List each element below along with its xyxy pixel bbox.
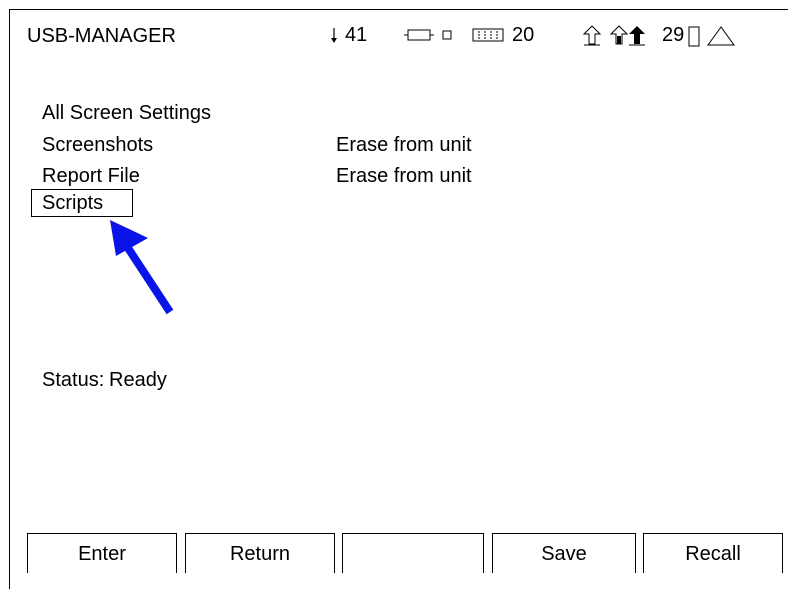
softkey-blank[interactable] (342, 533, 484, 573)
softkey-recall[interactable]: Recall (643, 533, 783, 573)
battery-icon (472, 28, 504, 42)
menu-item-all-screen-settings[interactable]: All Screen Settings (42, 102, 211, 125)
triangle-icon (707, 26, 735, 46)
up-arrow-filled-icon (629, 26, 645, 46)
status-bar (331, 25, 735, 47)
small-square-icon (442, 30, 452, 40)
annotation-arrow-icon (110, 220, 174, 315)
cable-icon (404, 29, 434, 41)
menu-item-report-file[interactable]: Report File (42, 165, 140, 188)
softkey-return[interactable]: Return (185, 533, 335, 573)
status-label: Status: (42, 369, 105, 391)
down-arrow-icon (331, 28, 337, 43)
softkey-save[interactable]: Save (492, 533, 636, 573)
status-value-2: 20 (512, 24, 535, 46)
status-value: Ready (109, 369, 167, 391)
status-value-1: 41 (345, 24, 368, 46)
up-arrow-house-icon (609, 25, 629, 45)
screenshots-erase-action[interactable]: Erase from unit (336, 134, 472, 157)
status-value-3: 29 (662, 24, 685, 46)
softkey-enter[interactable]: Enter (27, 533, 177, 573)
menu-item-scripts[interactable]: Scripts (42, 192, 103, 215)
menu-item-screenshots[interactable]: Screenshots (42, 134, 153, 157)
tall-rect-icon (688, 26, 700, 47)
report-file-erase-action[interactable]: Erase from unit (336, 165, 472, 188)
page-title: USB-MANAGER (27, 25, 176, 47)
up-arrow-outline-icon (582, 25, 602, 46)
